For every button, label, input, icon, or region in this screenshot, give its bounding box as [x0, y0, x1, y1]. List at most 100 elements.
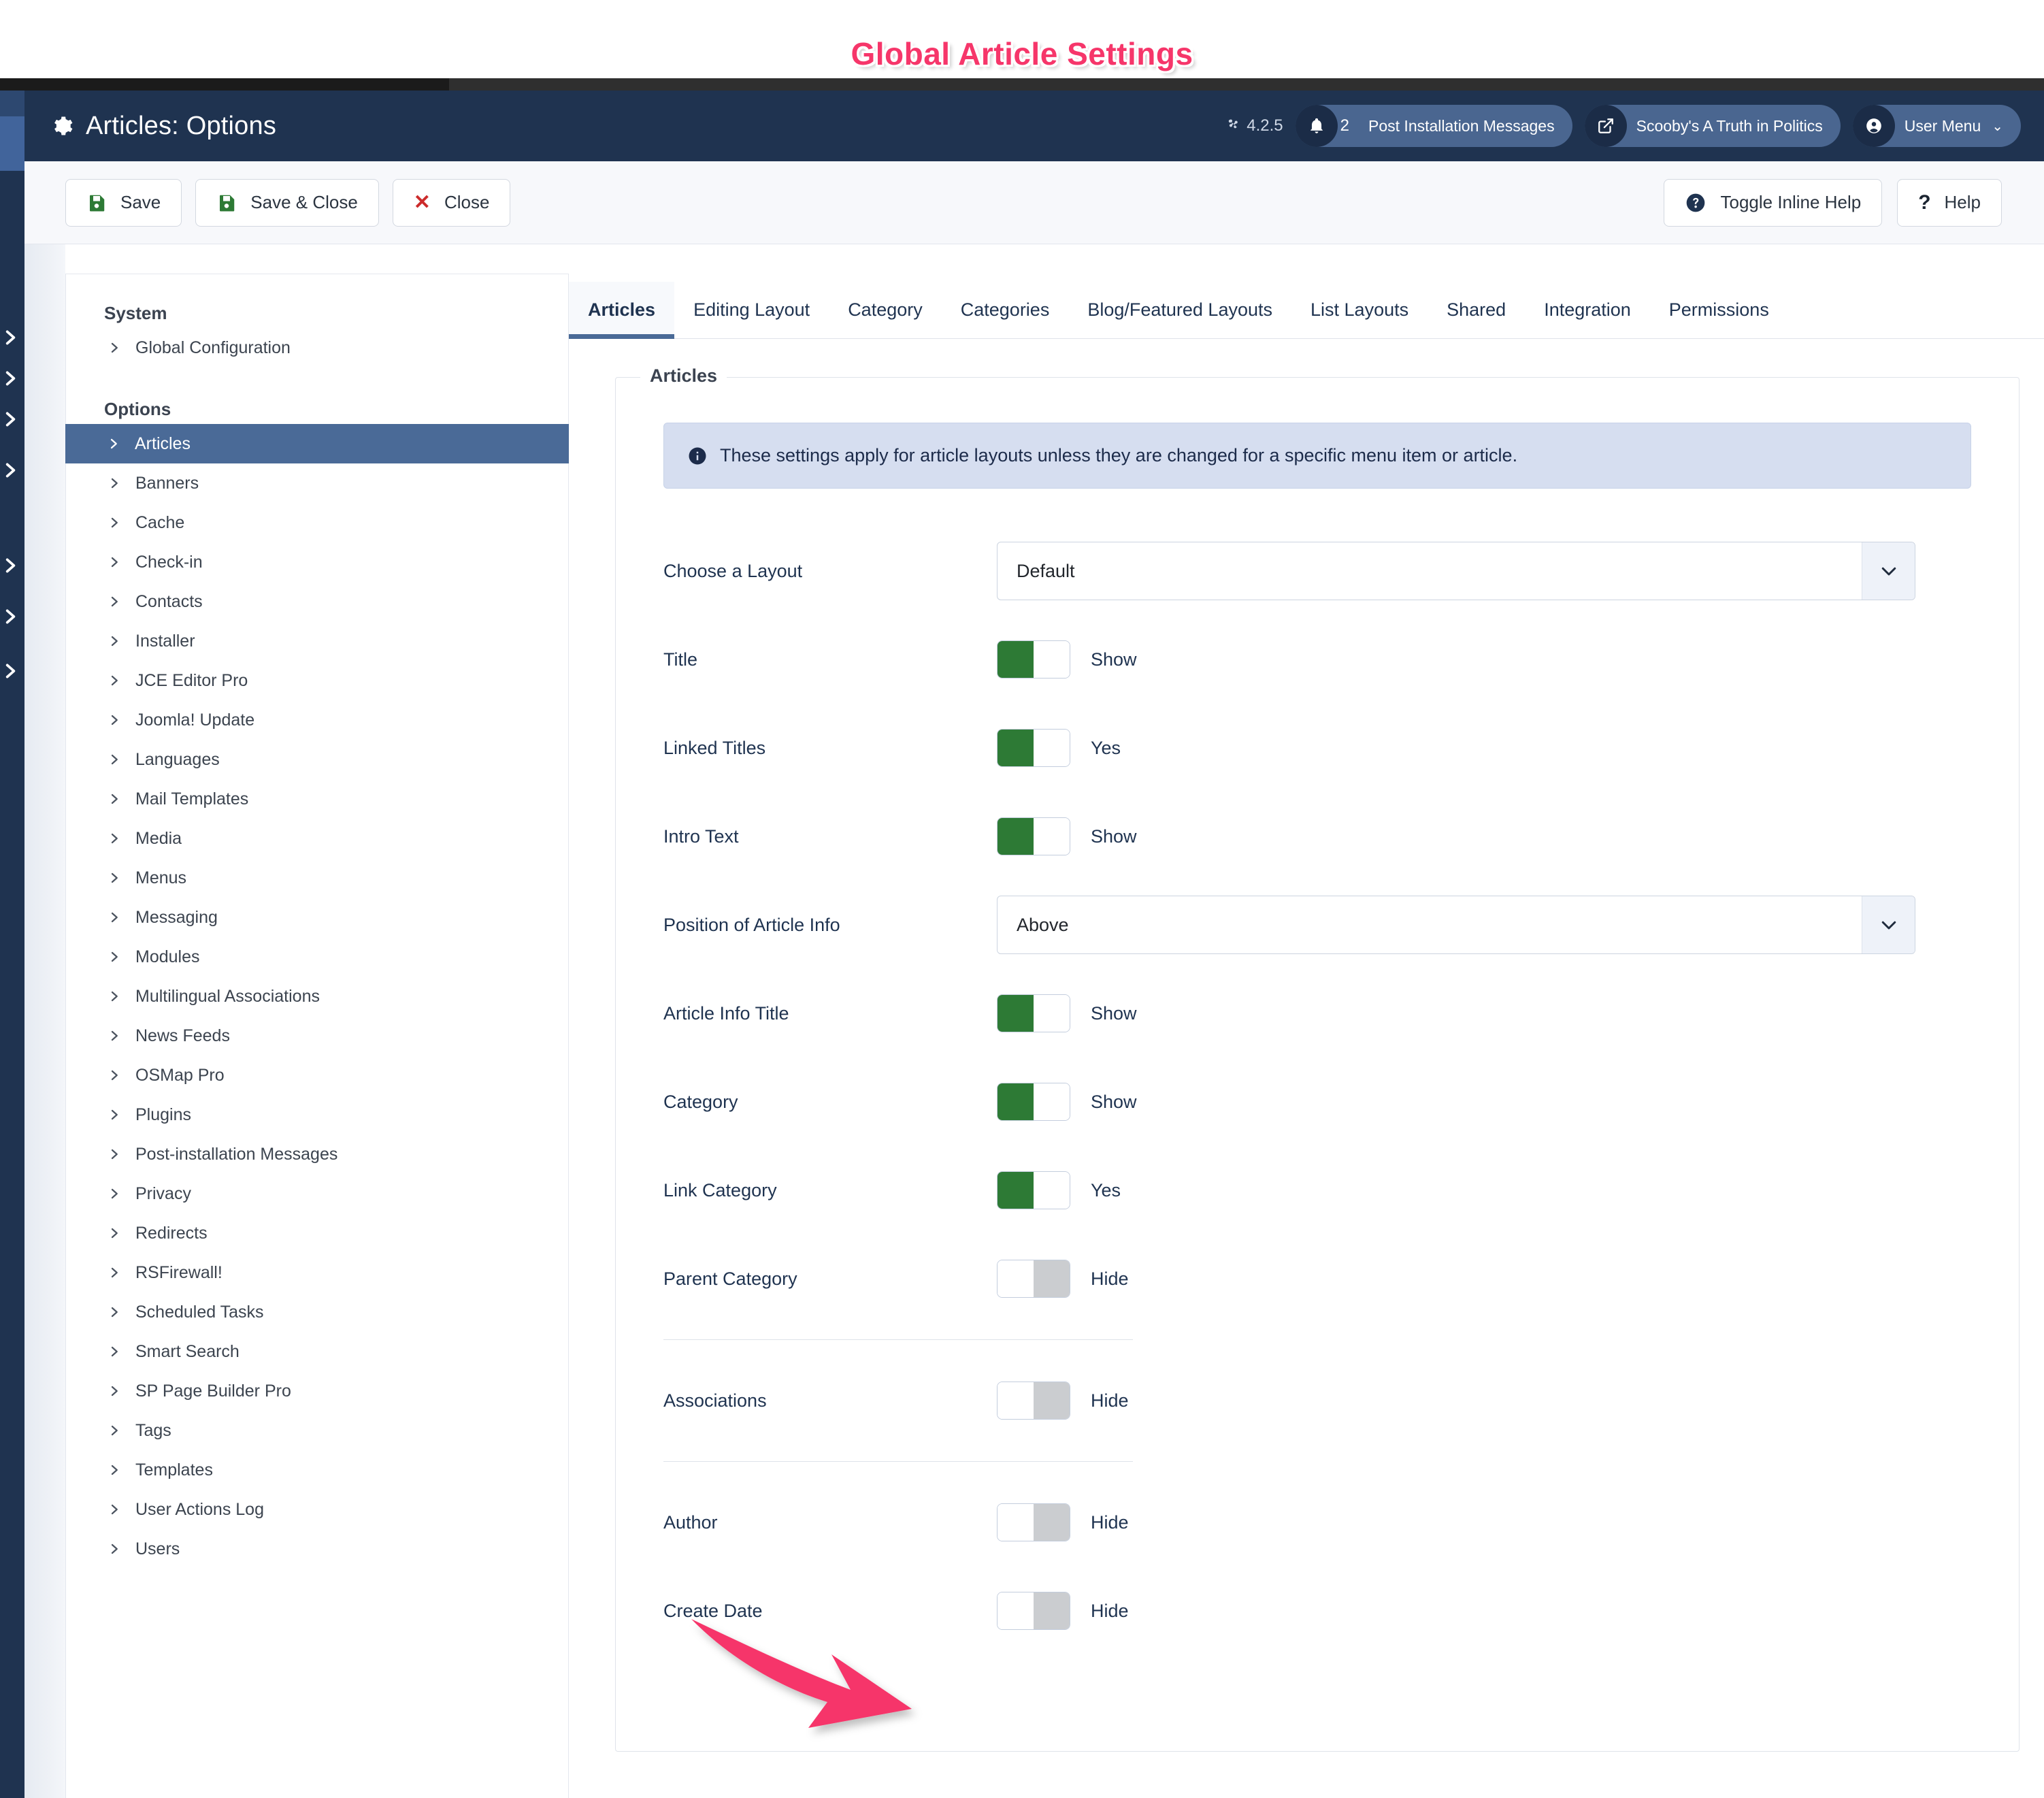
title-toggle[interactable] — [997, 640, 1070, 679]
chevron-right-icon — [108, 791, 120, 806]
sidebar-item-label: News Feeds — [135, 1026, 230, 1045]
sidebar-item-label: Plugins — [135, 1105, 191, 1124]
save-and-close-button[interactable]: Save & Close — [195, 178, 379, 227]
sidebar-item-label: Articles — [135, 434, 191, 453]
sidebar-item-news-feeds[interactable]: News Feeds — [66, 1016, 568, 1056]
tab-permissions[interactable]: Permissions — [1650, 299, 1788, 338]
toggle-half-right — [1034, 1382, 1070, 1419]
sidebar-item-label: Media — [135, 828, 182, 848]
collapsed-sidebar-rail[interactable] — [0, 91, 24, 1798]
rail-chevron-right-icon[interactable] — [1, 370, 19, 387]
intro-text-label: Intro Text — [663, 826, 739, 847]
sidebar-item-languages[interactable]: Languages — [66, 740, 568, 779]
chevron-right-icon — [108, 1107, 120, 1122]
toggle-half-right — [1034, 730, 1070, 766]
chevron-down-icon[interactable] — [1862, 542, 1915, 600]
sidebar-item-tags[interactable]: Tags — [66, 1411, 568, 1450]
toggle-inline-help-button[interactable]: Toggle Inline Help — [1664, 178, 1883, 227]
form-row-parent-category: Parent Category Hide — [663, 1235, 1971, 1323]
rail-chevron-right-icon[interactable] — [1, 557, 19, 574]
sidebar-item-joomla-update[interactable]: Joomla! Update — [66, 700, 568, 740]
articles-form: Choose a Layout Default Title Show Linked Ti… — [616, 527, 2019, 1655]
sidebar-item-plugins[interactable]: Plugins — [66, 1095, 568, 1134]
create-date-toggle[interactable] — [997, 1592, 1070, 1630]
sidebar-item-scheduled-tasks[interactable]: Scheduled Tasks — [66, 1292, 568, 1332]
chevron-right-icon — [108, 436, 120, 451]
sidebar-item-users[interactable]: Users — [66, 1529, 568, 1569]
tab-categories[interactable]: Categories — [942, 299, 1069, 338]
sidebar-item-post-installation-messages[interactable]: Post-installation Messages — [66, 1134, 568, 1174]
article-info-title-label: Article Info Title — [663, 1002, 789, 1024]
sidebar-item-rsfirewall[interactable]: RSFirewall! — [66, 1253, 568, 1292]
user-menu-button[interactable]: User Menu ⌄ — [1852, 105, 2021, 147]
sidebar-item-label: Privacy — [135, 1183, 191, 1203]
sidebar-item-osmap-pro[interactable]: OSMap Pro — [66, 1056, 568, 1095]
toggle-half-left — [998, 995, 1034, 1032]
tab-list-layouts[interactable]: List Layouts — [1291, 299, 1428, 338]
tab-blog-featured-layouts[interactable]: Blog/Featured Layouts — [1068, 299, 1291, 338]
chevron-right-icon — [108, 713, 120, 728]
associations-toggle[interactable] — [997, 1382, 1070, 1420]
sidebar-item-jce-editor-pro[interactable]: JCE Editor Pro — [66, 661, 568, 700]
sidebar-item-global-configuration[interactable]: Global Configuration — [66, 328, 568, 367]
rail-chevron-right-icon[interactable] — [1, 461, 19, 479]
sidebar-item-articles[interactable]: Articles — [65, 424, 569, 463]
tab-shared[interactable]: Shared — [1428, 299, 1525, 338]
sidebar-item-label: Redirects — [135, 1223, 208, 1243]
sidebar-item-check-in[interactable]: Check-in — [66, 542, 568, 582]
chevron-right-icon — [108, 1344, 120, 1359]
chevron-right-icon — [108, 949, 120, 964]
sidebar-item-mail-templates[interactable]: Mail Templates — [66, 779, 568, 819]
sidebar-item-label: Cache — [135, 512, 185, 532]
save-button[interactable]: Save — [65, 178, 182, 227]
tab-category[interactable]: Category — [829, 299, 942, 338]
sidebar-item-banners[interactable]: Banners — [66, 463, 568, 503]
category-toggle[interactable] — [997, 1083, 1070, 1121]
sidebar-item-installer[interactable]: Installer — [66, 621, 568, 661]
intro-text-toggle-state-label: Show — [1091, 826, 1137, 847]
link-category-toggle[interactable] — [997, 1171, 1070, 1209]
parent-category-toggle-state-label: Hide — [1091, 1268, 1129, 1289]
sidebar-item-sp-page-builder-pro[interactable]: SP Page Builder Pro — [66, 1371, 568, 1411]
info-circle-icon — [687, 446, 708, 466]
sidebar-item-messaging[interactable]: Messaging — [66, 898, 568, 937]
rail-chevron-right-icon[interactable] — [1, 410, 19, 428]
sidebar-item-label: Installer — [135, 631, 195, 651]
view-site-button[interactable]: Scooby's A Truth in Politics — [1584, 105, 1841, 147]
author-toggle[interactable] — [997, 1503, 1070, 1541]
article-info-title-toggle[interactable] — [997, 994, 1070, 1032]
sidebar-item-smart-search[interactable]: Smart Search — [66, 1332, 568, 1371]
form-row-title: Title Show — [663, 615, 1971, 704]
sidebar-item-modules[interactable]: Modules — [66, 937, 568, 977]
help-button[interactable]: ? Help — [1897, 178, 2002, 227]
parent-category-toggle[interactable] — [997, 1260, 1070, 1298]
intro-text-toggle[interactable] — [997, 817, 1070, 855]
sidebar-item-redirects[interactable]: Redirects — [66, 1213, 568, 1253]
sidebar-item-cache[interactable]: Cache — [66, 503, 568, 542]
post-installation-messages-button[interactable]: 2 Post Installation Messages — [1295, 105, 1572, 147]
rail-chevron-right-icon[interactable] — [1, 608, 19, 625]
close-button[interactable]: ✕ Close — [392, 178, 511, 227]
sidebar-item-label: Check-in — [135, 552, 203, 572]
sidebar-item-privacy[interactable]: Privacy — [66, 1174, 568, 1213]
sidebar-item-label: Tags — [135, 1420, 171, 1440]
rail-chevron-right-icon[interactable] — [1, 329, 19, 346]
rail-chevron-right-icon[interactable] — [1, 662, 19, 680]
position-of-article-info-select[interactable]: Above — [997, 896, 1915, 954]
annotation-title: Global Article Settings — [851, 36, 1193, 71]
sidebar-item-contacts[interactable]: Contacts — [66, 582, 568, 621]
linked-titles-toggle[interactable] — [997, 729, 1070, 767]
sidebar-item-media[interactable]: Media — [66, 819, 568, 858]
tab-editing-layout[interactable]: Editing Layout — [674, 299, 829, 338]
chevron-right-icon — [108, 910, 120, 925]
tab-integration[interactable]: Integration — [1525, 299, 1650, 338]
chevron-down-icon[interactable] — [1862, 896, 1915, 953]
sidebar-item-multilingual-associations[interactable]: Multilingual Associations — [66, 977, 568, 1016]
sidebar-item-templates[interactable]: Templates — [66, 1450, 568, 1490]
choose-a-layout-select[interactable]: Default — [997, 542, 1915, 600]
sidebar-item-menus[interactable]: Menus — [66, 858, 568, 898]
tab-articles[interactable]: Articles — [569, 282, 675, 339]
page-title: Articles: Options — [86, 111, 277, 140]
form-row-position-of-article-info: Position of Article Info Above — [663, 881, 1971, 969]
sidebar-item-user-actions-log[interactable]: User Actions Log — [66, 1490, 568, 1529]
